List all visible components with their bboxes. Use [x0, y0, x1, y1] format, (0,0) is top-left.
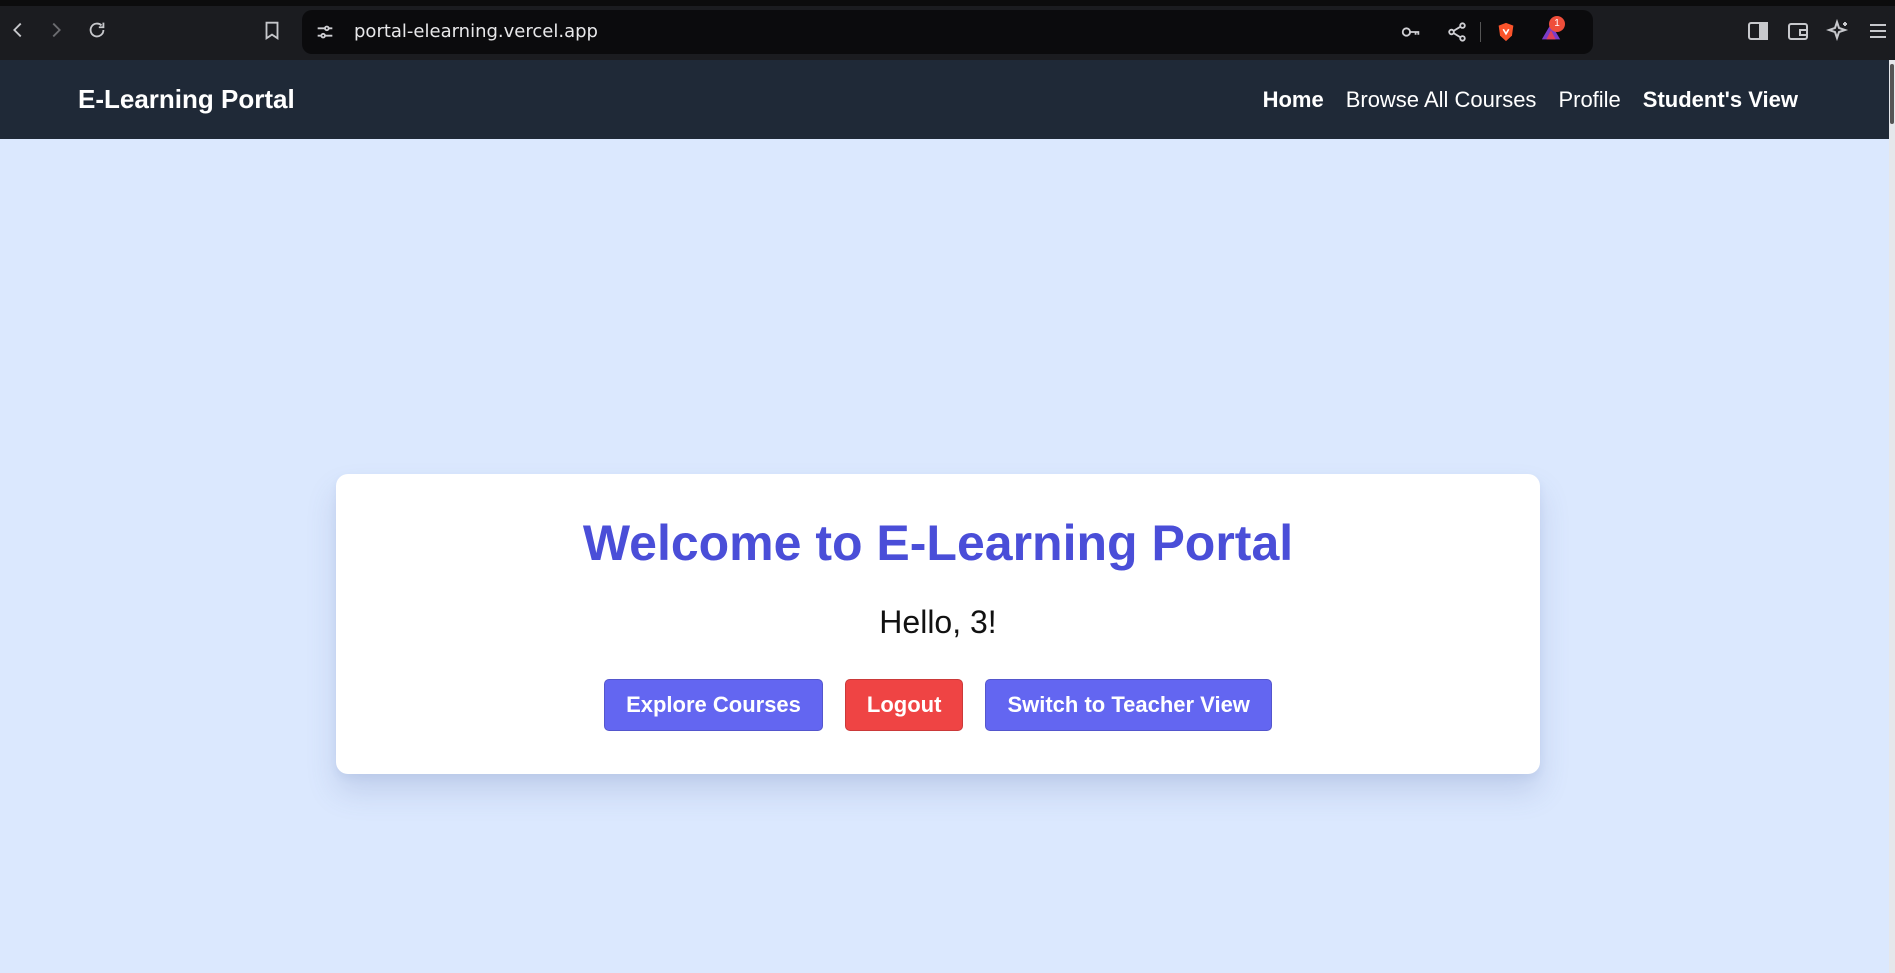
explore-courses-button[interactable]: Explore Courses — [604, 679, 823, 731]
sidebar-icon[interactable] — [1746, 19, 1770, 43]
menu-icon[interactable] — [1866, 19, 1890, 43]
logout-button[interactable]: Logout — [844, 679, 964, 731]
nav-link-profile[interactable]: Profile — [1558, 87, 1620, 113]
url-text[interactable]: portal-elearning.vercel.app — [354, 10, 598, 54]
site-header: E-Learning Portal Home Browse All Course… — [0, 60, 1895, 139]
page-scrollbar[interactable] — [1889, 60, 1895, 973]
nav-link-students-view[interactable]: Student's View — [1643, 87, 1798, 113]
back-icon[interactable] — [6, 18, 30, 42]
scrollbar-thumb[interactable] — [1890, 64, 1894, 124]
nav-link-browse-all-courses[interactable]: Browse All Courses — [1346, 87, 1537, 113]
address-bar[interactable]: portal-elearning.vercel.app 1 — [302, 10, 1593, 54]
browser-toolbar: portal-elearning.vercel.app 1 — [0, 0, 1895, 60]
reload-icon[interactable] — [85, 18, 109, 42]
bookmark-icon[interactable] — [260, 18, 284, 42]
user-greeting: Hello, 3! — [879, 604, 997, 640]
switch-to-teacher-view-button[interactable]: Switch to Teacher View — [985, 679, 1272, 731]
nav-link-home[interactable]: Home — [1263, 87, 1324, 113]
action-buttons: Explore Courses Logout Switch to Teacher… — [336, 679, 1540, 731]
notification-badge: 1 — [1549, 16, 1565, 32]
forward-icon[interactable] — [44, 18, 68, 42]
wallet-icon[interactable] — [1786, 19, 1810, 43]
share-icon[interactable] — [1446, 21, 1468, 43]
leo-ai-icon[interactable] — [1825, 18, 1850, 43]
brave-shield-icon[interactable] — [1495, 21, 1517, 43]
key-icon[interactable] — [1400, 21, 1422, 43]
site-settings-icon[interactable] — [314, 21, 336, 43]
welcome-title: Welcome to E-Learning Portal — [582, 515, 1294, 571]
main-nav: Home Browse All Courses Profile Student'… — [1263, 60, 1798, 139]
site-brand[interactable]: E-Learning Portal — [78, 60, 295, 139]
toolbar-divider — [1480, 22, 1481, 42]
welcome-card: Welcome to E-Learning Portal Hello, 3! E… — [336, 474, 1540, 774]
